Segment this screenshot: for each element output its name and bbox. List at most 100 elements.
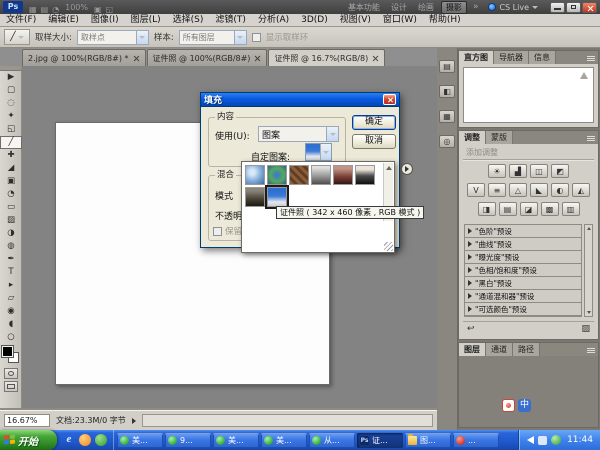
close-tab-icon[interactable] [133, 55, 140, 62]
document-tab-0[interactable]: 2.jpg @ 100%(RGB/8#) * [22, 49, 146, 66]
foreground-color-swatch[interactable] [2, 346, 13, 357]
blur-tool[interactable]: ◑ [0, 227, 22, 240]
resize-grip[interactable] [384, 242, 393, 251]
hand-tool[interactable]: ◖ [0, 318, 22, 331]
lasso-tool[interactable]: ◌ [0, 97, 22, 110]
menu-item-2[interactable]: 图像(I) [85, 14, 125, 26]
preset-item-3[interactable]: "色相/饱和度"预设 [465, 264, 581, 277]
pattern-picker-menu-button[interactable] [401, 163, 413, 175]
close-tab-icon[interactable] [254, 55, 261, 62]
pattern-portrait-dark[interactable] [245, 187, 265, 207]
use-select[interactable]: 图案 [258, 126, 339, 142]
start-button[interactable]: 开始 [0, 430, 57, 450]
layers-group-tab-0[interactable]: 图层 [459, 343, 486, 356]
preserve-transparency-checkbox[interactable] [213, 227, 222, 236]
color-balance-icon[interactable]: △ [509, 183, 527, 197]
tray-ime-icon[interactable] [538, 436, 547, 445]
crop-tool[interactable]: ◱ [0, 123, 22, 136]
ime-language-icon[interactable]: 中 [518, 399, 531, 412]
gradient-tool[interactable]: ▨ [0, 214, 22, 227]
status-options-arrow-icon[interactable] [132, 418, 136, 424]
taskbar-button-4[interactable]: 从... [309, 433, 355, 448]
collapsed-panel-icon-1[interactable]: ▤ [439, 60, 455, 73]
zoom-tool[interactable]: ○ [0, 331, 22, 344]
sample-select[interactable]: 所有图层 [179, 30, 247, 45]
taskbar-button-6[interactable]: 图... [405, 433, 451, 448]
minimize-button[interactable] [550, 2, 565, 13]
eyedropper-tool[interactable]: ╱ [0, 136, 22, 149]
dodge-tool[interactable]: ◍ [0, 240, 22, 253]
gradient-map-icon[interactable]: ▩ [541, 202, 559, 216]
history-brush-tool[interactable]: ◔ [0, 188, 22, 201]
hue-saturation-icon[interactable]: ≡ [488, 183, 506, 197]
menu-item-3[interactable]: 图层(L) [125, 14, 167, 26]
zoom-percentage-field[interactable]: 16.67% [4, 414, 50, 427]
taskbar-clock[interactable]: 11:44 [565, 435, 595, 445]
invert-icon[interactable]: ◨ [478, 202, 496, 216]
pattern-weave[interactable] [289, 165, 309, 185]
taskbar-button-1[interactable]: 9... [165, 433, 211, 448]
collapsed-panel-icon-4[interactable]: ◎ [439, 135, 455, 148]
preset-item-6[interactable]: "可选颜色"预设 [465, 303, 581, 316]
marquee-tool[interactable]: ▢ [0, 84, 22, 97]
histogram-warning-icon[interactable] [580, 72, 588, 79]
type-tool[interactable]: T [0, 266, 22, 279]
clone-stamp-tool[interactable]: ▣ [0, 175, 22, 188]
menu-item-6[interactable]: 分析(A) [252, 14, 295, 26]
pattern-portrait-red[interactable] [333, 165, 353, 185]
document-tab-2[interactable]: 证件照 @ 16.7%(RGB/8) [268, 49, 385, 66]
pen-tool[interactable]: ✒ [0, 253, 22, 266]
workspace-button-0[interactable]: 基本功能 [344, 1, 384, 14]
panel-menu-icon[interactable] [584, 131, 598, 144]
workspace-button-2[interactable]: 绘画 [414, 1, 438, 14]
taskbar-button-0[interactable]: 美... [117, 433, 163, 448]
layers-group-tab-1[interactable]: 通道 [486, 343, 513, 356]
cancel-button[interactable]: 取消 [352, 134, 396, 149]
menu-item-10[interactable]: 帮助(H) [423, 14, 467, 26]
black-white-icon[interactable]: ◣ [530, 183, 548, 197]
zoom-level-display[interactable]: 100% [65, 3, 88, 12]
floating-app-icon[interactable] [502, 399, 515, 412]
return-to-list-icon[interactable]: ↩ [467, 323, 475, 336]
eraser-tool[interactable]: ▭ [0, 201, 22, 214]
pattern-portrait-black[interactable] [355, 165, 375, 185]
workspace-button-1[interactable]: 设计 [387, 1, 411, 14]
taskbar-button-2[interactable]: 美... [213, 433, 259, 448]
menu-item-4[interactable]: 选择(S) [167, 14, 210, 26]
sample-size-select[interactable]: 取样点 [77, 30, 149, 45]
switch-panel-view-icon[interactable]: ▨ [581, 323, 590, 336]
channel-mixer-icon[interactable]: ◭ [572, 183, 590, 197]
healing-brush-tool[interactable]: ✚ [0, 149, 22, 162]
menu-item-1[interactable]: 编辑(E) [42, 14, 85, 26]
taskbar-button-5[interactable]: Ps证... [357, 433, 403, 448]
preset-item-5[interactable]: "通道混和器"预设 [465, 290, 581, 303]
fill-dialog-titlebar[interactable]: 填充 [201, 93, 399, 107]
panel-menu-icon[interactable] [584, 343, 598, 356]
path-selection-tool[interactable]: ▸ [0, 279, 22, 292]
menu-item-9[interactable]: 窗口(W) [377, 14, 423, 26]
posterize-icon[interactable]: ▤ [499, 202, 517, 216]
histogram-group-tab-0[interactable]: 直方图 [459, 51, 494, 64]
close-icon[interactable] [383, 94, 396, 105]
quick-mask-button[interactable] [4, 368, 18, 379]
media-quicklaunch-icon[interactable] [95, 434, 107, 446]
more-workspaces-button[interactable]: » [471, 2, 481, 12]
volume-icon[interactable] [527, 436, 534, 444]
photo-filter-icon[interactable]: ◐ [551, 183, 569, 197]
preset-item-1[interactable]: "曲线"预设 [465, 238, 581, 251]
menu-item-0[interactable]: 文件(F) [0, 14, 42, 26]
preset-item-4[interactable]: "黑白"预设 [465, 277, 581, 290]
screen-mode-button[interactable] [4, 381, 18, 392]
ok-button[interactable]: 确定 [352, 115, 396, 130]
close-tab-icon[interactable] [372, 55, 379, 62]
move-tool[interactable]: ▶ [0, 71, 22, 84]
taskbar-button-7[interactable]: ... [453, 433, 499, 448]
threshold-icon[interactable]: ◪ [520, 202, 538, 216]
screen-mode-icon[interactable]: ◱ [104, 5, 116, 14]
menu-item-7[interactable]: 3D(D) [295, 14, 334, 26]
messenger-quicklaunch-icon[interactable] [79, 434, 91, 446]
show-sampling-ring-checkbox[interactable] [252, 33, 261, 42]
layers-group-tab-2[interactable]: 路径 [513, 343, 540, 356]
curves-icon[interactable]: ◫ [530, 164, 548, 178]
menu-item-8[interactable]: 视图(V) [334, 14, 377, 26]
